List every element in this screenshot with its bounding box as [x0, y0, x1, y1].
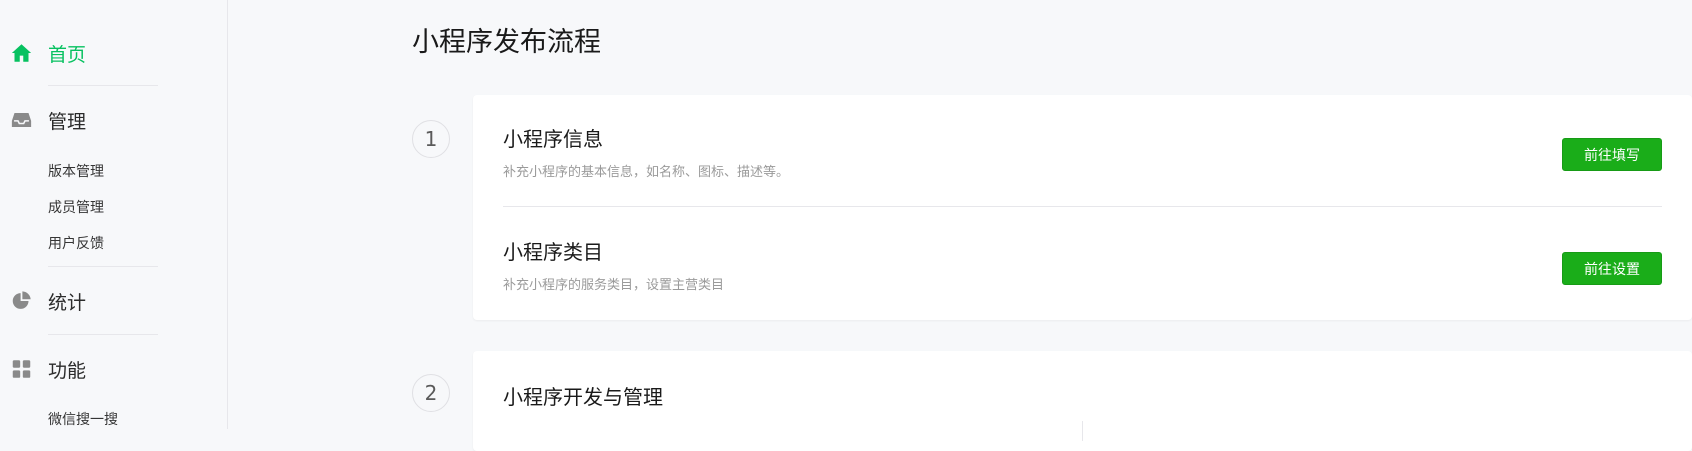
row-description: 补充小程序的基本信息，如名称、图标、描述等。	[503, 165, 790, 180]
step-number: 1	[412, 120, 450, 158]
sidebar-item-label: 管理	[48, 110, 87, 133]
sidebar-item-label: 功能	[48, 359, 87, 382]
step-number: 2	[412, 374, 450, 412]
sidebar-item-manage[interactable]: 管理	[0, 100, 200, 140]
pie-chart-icon	[12, 291, 31, 309]
sidebar-item-label: 统计	[48, 291, 87, 314]
row-title: 小程序类目	[503, 240, 603, 264]
step-card-info: 小程序信息 补充小程序的基本信息，如名称、图标、描述等。 前往填写 小程序类目 …	[473, 95, 1692, 320]
sidebar-divider	[48, 266, 158, 267]
sidebar-item-label: 首页	[48, 43, 87, 66]
sidebar-item-member-management[interactable]: 成员管理	[48, 197, 104, 217]
sidebar-item-wechat-search[interactable]: 微信搜一搜	[48, 409, 118, 429]
sidebar-item-stats[interactable]: 统计	[0, 281, 200, 321]
sidebar-item-home[interactable]: 首页	[0, 33, 200, 73]
grid-icon	[12, 360, 31, 378]
column-divider	[1082, 421, 1083, 441]
sidebar-item-features[interactable]: 功能	[0, 349, 200, 389]
sidebar-item-user-feedback[interactable]: 用户反馈	[48, 233, 104, 253]
row-title: 小程序信息	[503, 127, 603, 151]
row-divider	[503, 206, 1662, 207]
inbox-icon	[11, 113, 32, 127]
row-description: 补充小程序的服务类目，设置主营类目	[503, 278, 725, 293]
sidebar-divider	[48, 334, 158, 335]
sidebar-divider	[48, 85, 158, 86]
set-category-button[interactable]: 前往设置	[1562, 252, 1662, 285]
home-icon	[11, 44, 32, 62]
row-title: 小程序开发与管理	[503, 385, 663, 409]
sidebar: 首页 管理 版本管理 成员管理 用户反馈 统计 功能 微信搜一搜	[0, 0, 228, 429]
page-title: 小程序发布流程	[412, 27, 601, 58]
fill-info-button[interactable]: 前往填写	[1562, 138, 1662, 171]
sidebar-item-version-management[interactable]: 版本管理	[48, 161, 104, 181]
